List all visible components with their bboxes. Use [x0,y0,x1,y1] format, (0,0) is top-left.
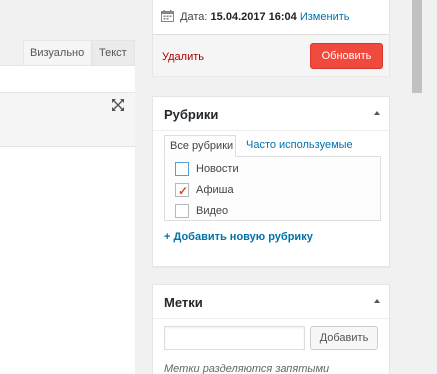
tab-text[interactable]: Текст [92,40,135,65]
date-value: 15.04.2017 16:04 [210,11,297,23]
editor-tabs: Визуально Текст [0,40,135,65]
date-label: Дата: [180,11,208,23]
category-list: Новости ✓ Афиша Видео [164,156,381,221]
update-button[interactable]: Обновить [310,43,383,69]
post-editor: Визуально Текст [0,0,135,374]
publish-actions: Удалить Обновить [153,34,389,76]
categories-title: Рубрики [164,107,219,122]
tab-all-categories[interactable]: Все рубрики [164,135,236,157]
add-tag-button[interactable]: Добавить [310,326,378,350]
collapse-arrow-icon[interactable] [374,299,380,303]
delete-link[interactable]: Удалить [162,51,204,63]
tags-panel: Метки Добавить Метки разделяются запятым… [152,284,390,374]
category-checkbox[interactable] [175,204,189,218]
categories-panel: Рубрики Все рубрики Часто используемые Н… [152,96,390,267]
divider [153,130,389,131]
category-label: Афиша [196,184,234,196]
tab-visual[interactable]: Визуально [23,40,92,65]
publish-date-row: Дата: 15.04.2017 16:04 Изменить [161,10,349,23]
category-checkbox[interactable]: ✓ [175,183,189,198]
scrollbar[interactable] [410,0,424,374]
editor-content-area[interactable] [0,147,135,374]
edit-date-link[interactable]: Изменить [300,11,350,23]
category-label: Видео [196,205,229,217]
fullscreen-icon[interactable] [111,98,125,112]
tab-popular-categories[interactable]: Часто используемые [246,135,353,157]
add-category-link[interactable]: + Добавить новую рубрику [164,231,313,243]
collapse-arrow-icon[interactable] [374,111,380,115]
tags-hint: Метки разделяются запятыми [164,363,330,374]
tags-title: Метки [164,295,203,310]
editor-toolbar [0,65,135,93]
category-checkbox[interactable] [175,162,189,176]
divider [153,318,389,319]
scrollbar-thumb[interactable] [412,0,422,93]
tag-input[interactable] [164,326,305,350]
calendar-icon [161,10,174,22]
category-label: Новости [196,163,239,175]
checkmark-icon: ✓ [178,184,189,198]
publish-panel: Дата: 15.04.2017 16:04 Изменить Удалить … [152,0,390,76]
